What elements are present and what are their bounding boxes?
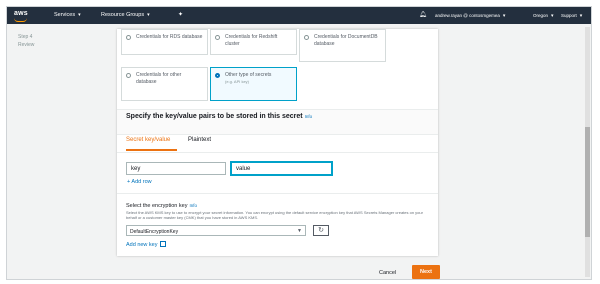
chevron-down-icon: ▾ [78, 12, 81, 18]
chevron-down-icon: ▾ [579, 13, 583, 19]
support-menu[interactable]: Support ▾ [561, 13, 582, 19]
radio-button[interactable] [126, 35, 131, 40]
services-menu[interactable]: Services ▾ [54, 12, 81, 18]
region-label: Oregon [533, 13, 549, 18]
secret-type-label: Other type of secrets [225, 72, 272, 78]
tab-plaintext[interactable]: Plaintext [188, 137, 211, 143]
kv-section-title: Specify the key/value pairs to be stored… [126, 113, 312, 120]
secret-type-label: Credentials for Redshift cluster [225, 34, 278, 47]
secret-value-input[interactable]: value [231, 162, 332, 175]
dropdown-caret-icon: ▼ [297, 228, 302, 234]
step-4-link[interactable]: Step 4 [18, 33, 34, 41]
external-link-icon [159, 240, 166, 247]
encryption-key-select[interactable]: DefaultEncryptionKey ▼ [126, 225, 306, 236]
step-review-link[interactable]: Review [18, 41, 34, 49]
tab-secret-key-value[interactable]: Secret key/value [126, 137, 170, 143]
services-label: Services [54, 12, 76, 18]
secret-type-rds[interactable]: Credentials for RDS database [121, 29, 208, 55]
resource-groups-menu[interactable]: Resource Groups ▾ [101, 12, 150, 18]
next-button[interactable]: Next [412, 265, 440, 279]
secret-key-input[interactable]: key [126, 162, 226, 175]
cancel-button[interactable]: Cancel [379, 270, 396, 276]
radio-button[interactable] [126, 73, 131, 78]
encryption-title: Select the encryption key Info [126, 203, 197, 209]
support-label: Support [561, 13, 577, 18]
aws-logo[interactable]: aws [14, 10, 28, 17]
secret-type-label: Credentials for DocumentDB database [314, 34, 378, 47]
secret-type-documentdb[interactable]: Credentials for DocumentDB database [299, 29, 386, 62]
secret-type-label: Credentials for other database [136, 72, 182, 85]
bell-icon[interactable]: 🔔︎ [419, 11, 427, 18]
top-navigation-bar: aws Services ▾ Resource Groups ▾ ✦ 🔔︎ andr… [7, 7, 591, 24]
radio-button-selected[interactable] [215, 73, 220, 78]
add-new-key-label: Add new key [126, 242, 158, 248]
chevron-down-icon: ▾ [502, 13, 506, 19]
account-menu[interactable]: andrew.rayan @ contosmgemea ▾ [435, 13, 505, 19]
aws-logo-smile-icon [14, 18, 27, 22]
chevron-down-icon: ▾ [551, 13, 554, 19]
account-label: andrew.rayan @ contosmgemea [435, 13, 500, 18]
add-new-key-link[interactable]: Add new key [126, 240, 166, 248]
scrollbar-thumb[interactable] [585, 127, 590, 237]
add-row-link[interactable]: + Add row [127, 179, 152, 185]
secret-type-other-database[interactable]: Credentials for other database [121, 67, 208, 101]
refresh-button[interactable]: ↻ [313, 225, 329, 236]
encryption-info-link[interactable]: Info [189, 203, 197, 208]
radio-button[interactable] [215, 35, 220, 40]
radio-button[interactable] [304, 35, 309, 40]
encryption-key-value: DefaultEncryptionKey [130, 228, 179, 235]
chevron-down-icon: ▾ [147, 12, 150, 18]
secret-type-label: Credentials for RDS database [136, 34, 203, 40]
secret-type-redshift[interactable]: Credentials for Redshift cluster [210, 29, 297, 55]
browser-frame: aws Services ▾ Resource Groups ▾ ✦ 🔔︎ andr… [6, 6, 592, 280]
encryption-title-text: Select the encryption key [126, 203, 188, 209]
pin-icon[interactable]: ✦ [178, 11, 183, 18]
encryption-description: Select the AWS KMS key to use to encrypt… [126, 210, 423, 220]
secret-type-other-secrets[interactable]: Other type of secrets (e.g. API key) [210, 67, 297, 101]
kv-info-link[interactable]: Info [305, 114, 313, 119]
region-menu[interactable]: Oregon ▾ [533, 13, 554, 19]
refresh-icon: ↻ [318, 227, 324, 234]
kv-section-title-text: Specify the key/value pairs to be stored… [126, 113, 303, 120]
section-divider [117, 193, 438, 194]
active-tab-indicator [126, 149, 177, 151]
secret-type-sublabel: (e.g. API key) [225, 79, 250, 84]
wizard-steps: Step 4 Review [18, 33, 34, 49]
resource-groups-label: Resource Groups [101, 12, 145, 18]
secret-type-panel: Credentials for RDS database Credentials… [117, 29, 438, 256]
